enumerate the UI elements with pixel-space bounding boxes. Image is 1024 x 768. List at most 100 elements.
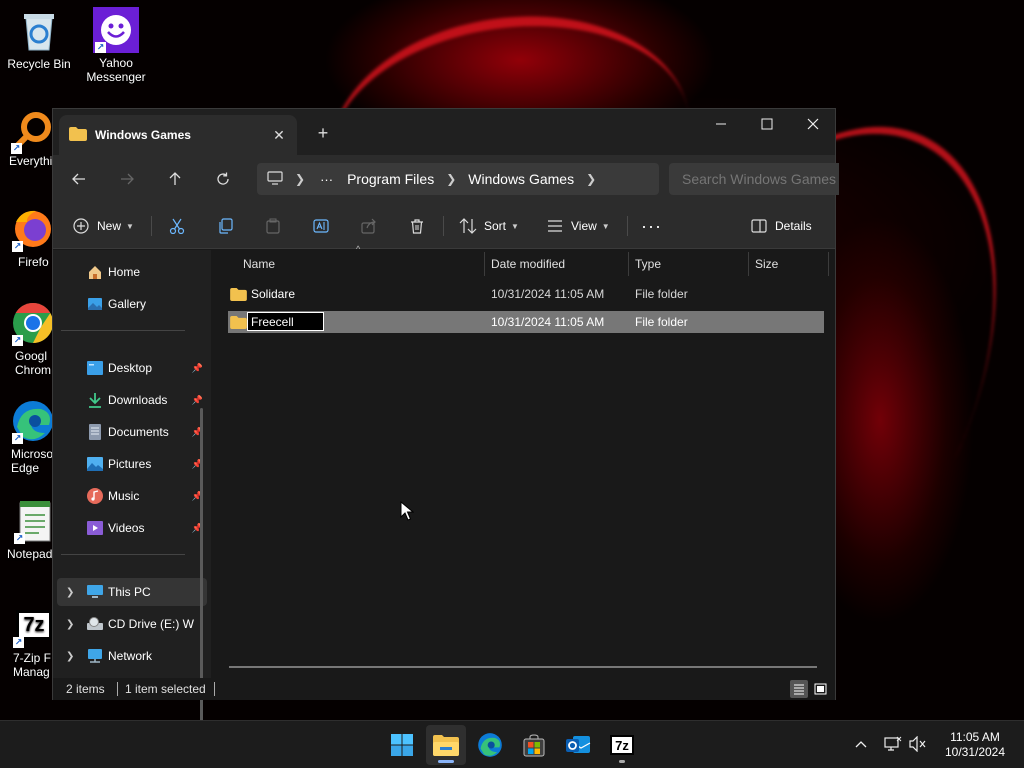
taskbar-file-explorer[interactable] [426,725,466,765]
title-bar[interactable]: Windows Games ✕ + [53,109,835,155]
chevron-right-icon[interactable]: ❯ [66,587,74,598]
taskbar-microsoft-store[interactable] [514,725,554,765]
taskbar-outlook[interactable] [558,725,598,765]
show-hidden-icons-chevron-up-icon[interactable] [852,735,870,753]
volume-muted-icon[interactable] [909,735,927,753]
table-row[interactable]: 10/31/2024 11:05 AM File folder [228,311,824,333]
clock-time: 11:05 AM [950,730,1000,744]
taskbar-7zip[interactable]: 7z [602,725,642,765]
desktop-icon-recycle-bin[interactable]: Recycle Bin [1,8,77,71]
chevron-right-icon[interactable]: ❯ [66,619,74,630]
status-item-count: 2 items [66,682,105,696]
7zip-logo: 7z [16,610,52,640]
network-status-icon[interactable] [884,735,902,753]
column-header-name[interactable]: Name [243,250,275,278]
rename-input[interactable] [247,312,324,331]
gallery-icon [87,296,103,312]
view-button[interactable]: View ▼ [547,211,610,241]
sidebar-item-videos[interactable]: Videos 📌 [57,514,207,542]
shortcut-arrow-icon: ↗ [14,533,25,544]
sidebar-item-label: Downloads [108,393,168,407]
rename-button[interactable] [313,211,329,241]
start-button[interactable] [382,725,422,765]
forward-button[interactable] [113,167,141,191]
sidebar-item-cd-drive[interactable]: ❯ CD Drive (E:) WI [57,610,207,638]
tab-windows-games[interactable]: Windows Games ✕ [59,115,297,155]
breadcrumb-overflow-icon[interactable]: ··· [320,172,333,187]
column-divider[interactable] [484,252,485,276]
tiles-view-toggle[interactable] [811,680,829,698]
horizontal-scrollbar[interactable] [229,666,817,668]
desktop-icon-notepad[interactable]: ↗ Notepad [0,498,52,561]
desktop-icon-chrome[interactable]: ↗ Googl Chrom [0,300,52,377]
breadcrumb-program-files[interactable]: Program Files [347,171,434,187]
desktop-icon-everything[interactable]: ↗ Everythi [0,108,52,168]
desktop-icon-7zip[interactable]: 7z ↗ 7-Zip F Manag [0,602,52,679]
sort-icon [459,218,477,234]
status-divider [117,682,118,696]
more-options-icon[interactable]: ··· [641,211,662,241]
sidebar-item-documents[interactable]: Documents 📌 [57,418,207,446]
sidebar-item-this-pc[interactable]: ❯ This PC [57,578,207,606]
chevron-down-icon: ▼ [511,221,519,231]
desktop-icon-edge[interactable]: ↗ Microso Edge [0,398,52,475]
folder-icon [230,283,247,305]
paste-button[interactable] [265,211,281,241]
column-divider[interactable] [628,252,629,276]
sidebar-item-pictures[interactable]: Pictures 📌 [57,450,207,478]
share-button[interactable] [361,211,377,241]
new-button[interactable]: New ▼ [73,211,134,241]
toolbar-divider [627,216,628,236]
sort-button[interactable]: Sort ▼ [459,211,519,241]
back-button[interactable] [65,167,93,191]
desktop-folder-icon [87,360,103,376]
maximize-button[interactable] [744,109,790,139]
sidebar-item-downloads[interactable]: Downloads 📌 [57,386,207,414]
column-header-size[interactable]: Size [755,250,778,278]
refresh-button[interactable] [209,167,237,191]
column-divider[interactable] [748,252,749,276]
sidebar-item-music[interactable]: Music 📌 [57,482,207,510]
desktop-icon-firefox[interactable]: ↗ Firefo [0,206,52,269]
column-divider[interactable] [828,252,829,276]
copy-button[interactable] [217,211,233,241]
breadcrumb-windows-games[interactable]: Windows Games [468,171,574,187]
sidebar-item-gallery[interactable]: Gallery [57,290,207,318]
column-header-date-modified[interactable]: Date modified [491,250,565,278]
taskbar-clock[interactable]: 11:05 AM 10/31/2024 [934,730,1016,760]
chevron-right-icon[interactable]: ❯ [66,651,74,662]
desktop-icon-yahoo-messenger[interactable]: ↗ Yahoo Messenger [78,7,154,84]
sidebar-item-desktop[interactable]: Desktop 📌 [57,354,207,382]
large-icons-view-icon [814,683,826,695]
delete-button[interactable] [409,211,425,241]
notepad-icon: ↗ [12,498,52,544]
column-header-type[interactable]: Type [635,250,661,278]
search-input[interactable] [669,163,839,195]
sidebar-item-label: Documents [108,425,169,439]
chevron-right-icon[interactable]: ❯ [586,172,596,186]
minimize-button[interactable] [698,109,744,139]
network-icon [87,648,103,664]
table-row[interactable]: Solidare 10/31/2024 11:05 AM File folder [228,283,824,305]
breadcrumb[interactable]: ❯ ··· Program Files ❯ Windows Games ❯ [257,163,659,195]
details-view-toggle[interactable] [790,680,808,698]
chrome-icon: ↗ [10,300,52,346]
sidebar-item-home[interactable]: Home [57,258,207,286]
sidebar-item-network[interactable]: ❯ Network [57,642,207,670]
sidebar-scrollbar[interactable] [200,408,203,768]
toolbar-divider [151,216,152,236]
pin-icon[interactable]: 📌 [192,363,203,374]
documents-icon [87,424,103,440]
new-tab-button[interactable]: + [311,121,335,145]
close-tab-icon[interactable]: ✕ [269,125,289,145]
close-window-button[interactable] [790,109,836,139]
cut-button[interactable] [169,211,185,241]
desktop-icon-label: Edge [11,461,40,475]
desktop-icon-label: Firefo [18,255,49,269]
cd-drive-icon [87,616,103,632]
taskbar-edge[interactable] [470,725,510,765]
7zip-icon: 7z ↗ [11,602,52,648]
pin-icon[interactable]: 📌 [192,395,203,406]
up-button[interactable] [161,167,189,191]
details-button[interactable]: Details [751,211,812,241]
